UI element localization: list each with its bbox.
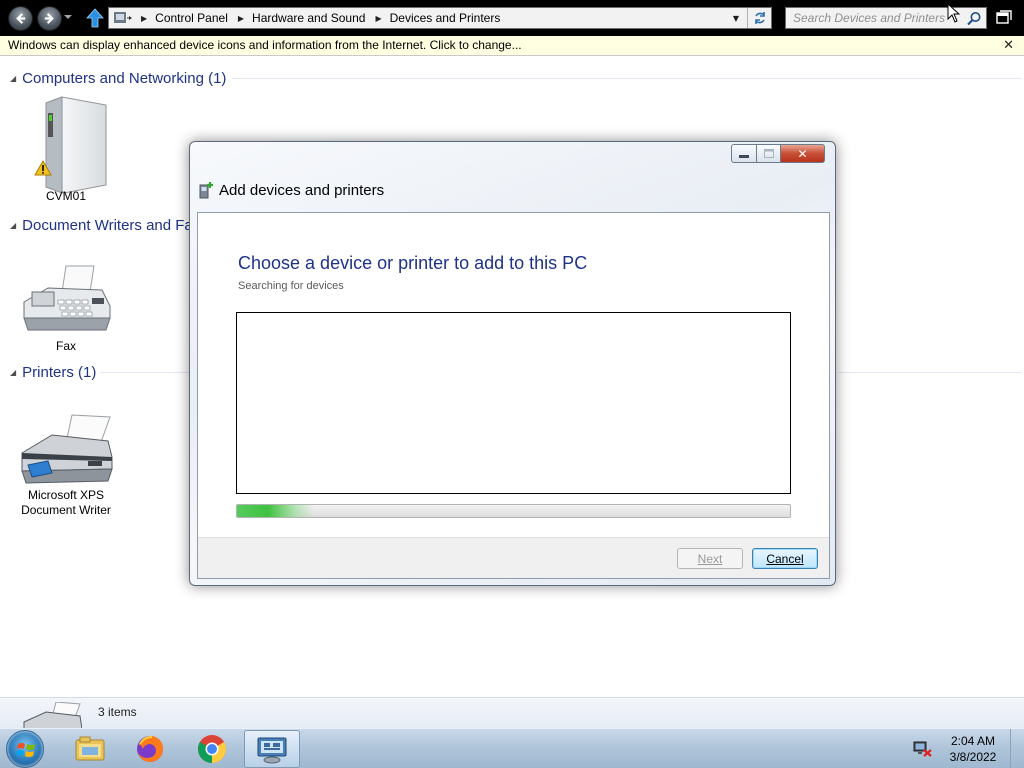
collapse-triangle-icon[interactable]: ◢ bbox=[10, 74, 16, 83]
taskbar-devices-button[interactable] bbox=[244, 730, 300, 768]
group-header-computers[interactable]: ◢ Computers and Networking (1) bbox=[10, 68, 226, 88]
breadcrumb-label[interactable]: Devices and Printers bbox=[390, 11, 501, 25]
breadcrumb-control-panel[interactable]: ▶ Control Panel bbox=[139, 8, 228, 28]
dialog-footer: Next Cancel bbox=[198, 537, 829, 578]
printer-small-icon bbox=[23, 702, 82, 729]
info-bar-text[interactable]: Windows can display enhanced device icon… bbox=[8, 38, 522, 52]
dialog-heading: Choose a device or printer to add to thi… bbox=[238, 253, 588, 273]
back-button[interactable] bbox=[8, 6, 33, 31]
next-button[interactable]: Next bbox=[677, 548, 743, 569]
search-icon[interactable] bbox=[966, 11, 982, 26]
close-button[interactable]: ✕ bbox=[781, 144, 825, 163]
computer-tower-warning-icon bbox=[34, 96, 107, 194]
taskbar: 2:04 AM 3/8/2022 bbox=[0, 728, 1024, 768]
cancel-button[interactable]: Cancel bbox=[752, 548, 818, 569]
info-bar[interactable]: Windows can display enhanced device icon… bbox=[0, 36, 1024, 56]
search-status-text: Searching for devices bbox=[238, 280, 344, 292]
breadcrumb-separator-icon[interactable]: ▶ bbox=[238, 14, 244, 23]
item-count: 3 items bbox=[98, 705, 137, 719]
maximize-icon bbox=[763, 149, 774, 158]
breadcrumb-label[interactable]: Hardware and Sound bbox=[252, 11, 365, 25]
devices-and-printers-icon bbox=[257, 737, 287, 764]
windows-logo-icon bbox=[16, 743, 35, 757]
refresh-button[interactable] bbox=[747, 8, 771, 28]
chrome-icon bbox=[198, 735, 226, 763]
firefox-icon bbox=[137, 736, 163, 762]
network-warning-icon[interactable] bbox=[913, 741, 933, 757]
dialog-title: Add devices and printers bbox=[198, 181, 384, 199]
explorer-toolbar: ▶ Control Panel ▶ Hardware and Sound ▶ D… bbox=[0, 0, 1024, 36]
device-xps-printer[interactable]: Microsoft XPS Document Writer bbox=[18, 411, 114, 518]
recent-pages-dropdown-icon[interactable] bbox=[64, 12, 72, 22]
arrow-left-icon bbox=[16, 13, 26, 24]
device-computer[interactable]: CVM01 bbox=[18, 95, 114, 204]
clock-time[interactable]: 2:04 AM bbox=[946, 733, 1000, 749]
up-arrow-icon[interactable] bbox=[86, 8, 104, 28]
breadcrumb-label[interactable]: Control Panel bbox=[155, 11, 228, 25]
breadcrumb-separator-icon[interactable]: ▶ bbox=[141, 14, 147, 23]
device-label-line2: Document Writer bbox=[21, 503, 111, 517]
minimize-button[interactable] bbox=[731, 144, 757, 163]
breadcrumb-separator-icon[interactable]: ▶ bbox=[375, 14, 381, 23]
maximize-button[interactable] bbox=[757, 144, 781, 163]
breadcrumb-hardware-and-sound[interactable]: ▶ Hardware and Sound bbox=[228, 8, 366, 28]
printer-icon bbox=[21, 414, 113, 484]
dialog-window-controls: ✕ bbox=[731, 144, 825, 164]
show-desktop-button[interactable] bbox=[1010, 729, 1024, 768]
device-label: CVM01 bbox=[45, 189, 86, 203]
status-bar: 3 items bbox=[0, 697, 1024, 729]
taskbar-explorer-button[interactable] bbox=[62, 730, 118, 768]
group-header-label: Document Writers and Fa bbox=[22, 216, 193, 234]
group-header-label: Computers and Networking (1) bbox=[22, 69, 227, 87]
taskbar-firefox-button[interactable] bbox=[122, 730, 178, 768]
group-divider bbox=[100, 372, 190, 373]
collapse-triangle-icon[interactable]: ◢ bbox=[10, 368, 16, 377]
add-devices-dialog: ✕ Add devices and printers Choose a devi… bbox=[189, 141, 836, 586]
collapse-triangle-icon[interactable]: ◢ bbox=[10, 221, 16, 230]
device-label-line1: Microsoft XPS bbox=[27, 488, 105, 502]
device-results-list[interactable] bbox=[236, 312, 791, 494]
search-progress-bar bbox=[236, 504, 791, 518]
group-header-label: Printers (1) bbox=[22, 363, 97, 381]
dialog-title-text: Add devices and printers bbox=[219, 181, 385, 199]
progress-fill bbox=[237, 505, 315, 517]
group-divider bbox=[838, 372, 1022, 373]
windows-explorer-icon bbox=[75, 736, 105, 761]
add-device-icon bbox=[199, 182, 213, 199]
minimize-icon bbox=[739, 154, 749, 158]
start-button[interactable] bbox=[6, 730, 44, 768]
breadcrumb-devices-and-printers[interactable]: ▶ Devices and Printers bbox=[365, 8, 500, 28]
close-icon: ✕ bbox=[797, 146, 808, 161]
group-divider bbox=[232, 78, 1022, 79]
forward-button[interactable] bbox=[37, 6, 62, 31]
taskbar-chrome-button[interactable] bbox=[184, 730, 240, 768]
device-fax[interactable]: Fax bbox=[18, 262, 114, 354]
fax-icon bbox=[23, 265, 111, 331]
control-panel-icon bbox=[109, 8, 139, 28]
system-clock[interactable]: 2:04 AM 3/8/2022 bbox=[946, 733, 1000, 765]
device-label: Microsoft XPS Document Writer bbox=[18, 488, 114, 518]
arrow-right-icon bbox=[44, 13, 54, 24]
mouse-pointer-icon bbox=[947, 3, 960, 23]
dialog-body: Choose a device or printer to add to thi… bbox=[197, 212, 830, 579]
clock-date[interactable]: 3/8/2022 bbox=[946, 749, 1000, 765]
device-label: Fax bbox=[55, 339, 76, 353]
group-header-document-writers[interactable]: ◢ Document Writers and Fa bbox=[10, 215, 193, 235]
window-restore-icon[interactable] bbox=[996, 10, 1012, 24]
close-icon[interactable]: ✕ bbox=[1003, 37, 1014, 53]
refresh-icon bbox=[754, 12, 765, 24]
search-input[interactable] bbox=[786, 8, 962, 28]
address-bar[interactable]: ▶ Control Panel ▶ Hardware and Sound ▶ D… bbox=[108, 7, 772, 29]
address-history-dropdown-icon[interactable]: ▼ bbox=[727, 8, 745, 28]
group-header-printers[interactable]: ◢ Printers (1) bbox=[10, 362, 96, 382]
